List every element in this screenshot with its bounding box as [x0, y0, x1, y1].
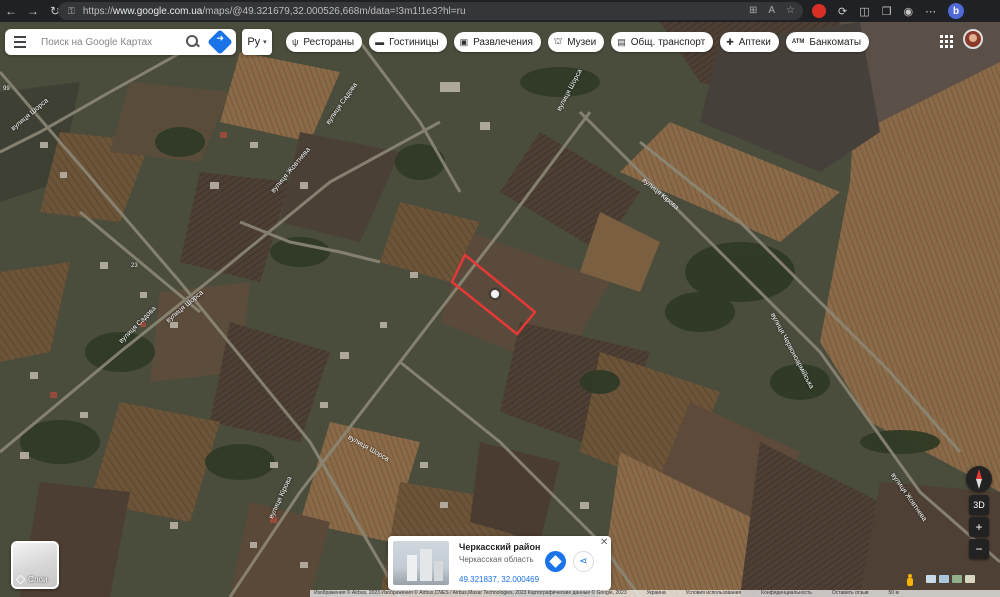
terms-link[interactable]: Условия использования: [686, 590, 742, 597]
satellite-map[interactable]: вулиця Шорса вулиця Садова вулиця Садова…: [0, 22, 1000, 597]
directions-icon[interactable]: [207, 29, 233, 55]
browser-toolbar: ← → ↻ ⚿ https://www.google.com.ua/maps/@…: [0, 0, 1000, 22]
directions-icon: [549, 555, 562, 568]
chip-restaurants[interactable]: ψ Рестораны: [286, 32, 363, 52]
pegman-icon[interactable]: [906, 574, 914, 586]
profile-icon[interactable]: ◉: [904, 5, 914, 18]
compass-icon[interactable]: [966, 466, 992, 492]
pharmacy-icon: ✚: [726, 36, 734, 47]
language-value: Ру: [247, 36, 261, 48]
layers-label: Слои: [28, 575, 48, 584]
bed-icon: ▬: [375, 37, 385, 47]
language-selector[interactable]: Ру ▾: [242, 29, 272, 55]
attribution-bar: Изображения © Airbus, 2023 Изображения ©…: [310, 590, 1000, 597]
atm-icon: ATM: [791, 39, 805, 45]
map-thumb-icon[interactable]: [939, 575, 949, 583]
close-icon[interactable]: ✕: [600, 537, 608, 548]
zoom-in-button[interactable]: +: [969, 517, 989, 537]
chip-museums[interactable]: ⛫ Музеи: [547, 32, 605, 52]
extension-red-icon[interactable]: [812, 4, 826, 18]
place-coordinates[interactable]: 49.321837, 32.000469: [459, 575, 539, 584]
forward-arrow-icon[interactable]: →: [22, 0, 44, 22]
more-menu-icon[interactable]: ⋯: [925, 5, 936, 18]
layers-button[interactable]: Слои: [11, 541, 59, 589]
chip-label: Рестораны: [303, 36, 355, 48]
split-screen-icon[interactable]: ◫: [859, 5, 869, 18]
collections-icon[interactable]: ❐: [882, 5, 892, 18]
back-arrow-icon[interactable]: ←: [0, 0, 22, 22]
place-subtitle: Черкасская область: [459, 555, 534, 564]
map-thumb-icon[interactable]: [965, 575, 975, 583]
country-label: Украина: [646, 590, 666, 596]
road-number-label: 99: [3, 86, 10, 92]
scale-label[interactable]: 50 м: [889, 590, 899, 597]
read-aloud-icon[interactable]: A: [768, 5, 775, 16]
location-pin-icon[interactable]: [490, 289, 500, 299]
chevron-down-icon: ▾: [263, 39, 267, 46]
refresh-extension-icon[interactable]: ⟳: [838, 5, 847, 18]
hamburger-menu-icon[interactable]: [5, 29, 35, 55]
feedback-link[interactable]: Оставить отзыв: [832, 590, 869, 597]
chip-pharmacies[interactable]: ✚ Аптеки: [720, 32, 779, 52]
museum-icon: ⛫: [553, 36, 563, 46]
favorite-star-icon[interactable]: ☆: [786, 5, 795, 16]
account-avatar[interactable]: [963, 29, 983, 49]
road-number-label: 23: [131, 263, 138, 269]
category-chips: ψ Рестораны ▬ Гостиницы ▣ Развлечения ⛫ Музе…: [286, 32, 870, 52]
install-app-icon[interactable]: ⊞: [749, 5, 757, 16]
search-box: [5, 29, 236, 55]
place-title[interactable]: Черкасский район: [459, 542, 540, 552]
imagery-attribution: Изображения © Airbus, 2023 Изображения ©…: [314, 590, 627, 596]
chip-label: Банкоматы: [809, 36, 862, 48]
site-info-icon[interactable]: ⚿: [68, 6, 75, 17]
chip-transit[interactable]: ▤ Общ. транспорт: [611, 32, 714, 52]
chip-label: Аптеки: [738, 36, 771, 48]
map-thumb-icon[interactable]: [926, 575, 936, 583]
chip-hotels[interactable]: ▬ Гостиницы: [369, 32, 447, 52]
bus-icon: ▤: [617, 36, 626, 47]
privacy-link[interactable]: Конфиденциальность: [761, 590, 812, 597]
search-input[interactable]: [41, 36, 179, 48]
place-info-card[interactable]: Черкасский район Черкасская область 49.3…: [388, 536, 611, 590]
directions-button[interactable]: [545, 551, 566, 572]
bing-copilot-icon[interactable]: b: [948, 3, 965, 19]
zoom-out-button[interactable]: −: [969, 539, 989, 559]
layers-icon: [15, 574, 26, 585]
share-icon: ⋖: [579, 556, 588, 567]
chip-label: Развлечения: [473, 36, 533, 48]
chip-label: Гостиницы: [389, 36, 439, 48]
chip-entertainment[interactable]: ▣ Развлечения: [453, 32, 541, 52]
ticket-icon: ▣: [459, 36, 469, 47]
map-thumb-icon[interactable]: [952, 575, 962, 583]
share-button[interactable]: ⋖: [573, 551, 594, 572]
chip-label: Музеи: [567, 36, 597, 48]
street-view-thumbnail[interactable]: [393, 541, 449, 585]
chip-atms[interactable]: ATM Банкоматы: [785, 32, 870, 52]
chip-label: Общ. транспорт: [630, 36, 706, 48]
url-text: https://www.google.com.ua/maps/@49.32167…: [82, 5, 466, 17]
google-apps-icon[interactable]: [940, 35, 953, 48]
tilt-3d-button[interactable]: 3D: [969, 495, 989, 515]
search-icon[interactable]: [181, 31, 203, 53]
fork-knife-icon: ψ: [292, 37, 299, 47]
address-bar[interactable]: ⚿ https://www.google.com.ua/maps/@49.321…: [58, 2, 803, 20]
